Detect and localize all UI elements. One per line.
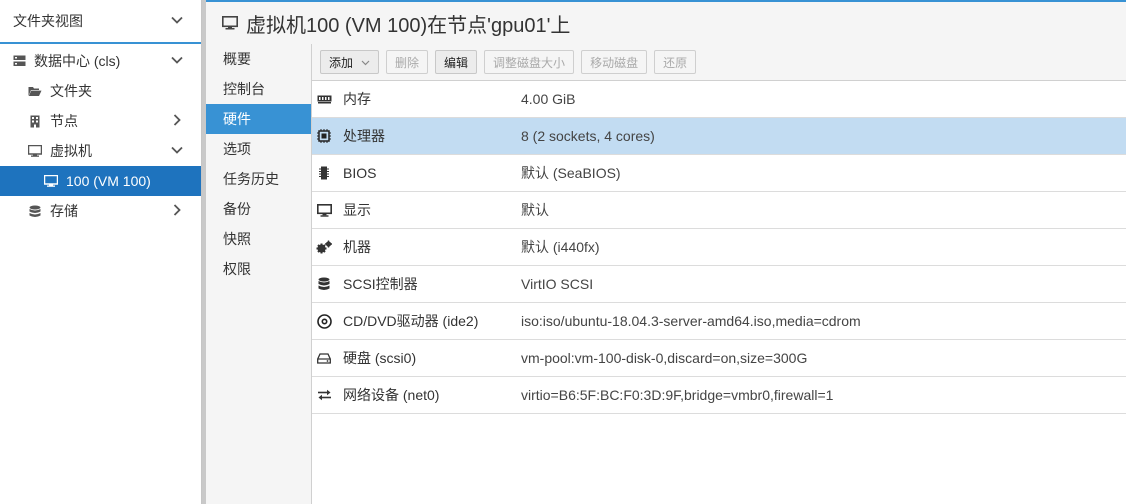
hardware-row-network[interactable]: 网络设备 (net0) virtio=B6:5F:BC:F0:3D:9F,bri… xyxy=(312,377,1126,414)
chevron-down-icon[interactable] xyxy=(171,54,183,66)
hardware-row-hard-disk[interactable]: 硬盘 (scsi0) vm-pool:vm-100-disk-0,discard… xyxy=(312,340,1126,377)
remove-button[interactable]: 删除 xyxy=(386,50,429,74)
tab-hardware[interactable]: 硬件 xyxy=(206,104,311,134)
hardware-name: 显示 xyxy=(343,202,371,218)
desktop-icon xyxy=(316,202,332,218)
tab-summary[interactable]: 概要 xyxy=(206,44,311,74)
hardware-name: 机器 xyxy=(343,239,371,255)
edit-button[interactable]: 编辑 xyxy=(435,50,478,74)
exchange-icon xyxy=(316,387,332,403)
hardware-row-machine[interactable]: 机器 默认 (i440fx) xyxy=(312,229,1126,266)
vm-config-nav: 概要 控制台 硬件 选项 任务历史 备份 快照 权限 xyxy=(206,44,312,504)
tab-snapshots[interactable]: 快照 xyxy=(206,224,311,254)
hardware-name: SCSI控制器 xyxy=(343,276,418,292)
chevron-right-icon[interactable] xyxy=(171,204,183,216)
hardware-value: 8 (2 sockets, 4 cores) xyxy=(521,128,655,144)
chevron-down-icon xyxy=(361,58,370,67)
resize-disk-button[interactable]: 调整磁盘大小 xyxy=(484,50,575,74)
hardware-row-bios[interactable]: BIOS 默认 (SeaBIOS) xyxy=(312,155,1126,192)
microchip-icon xyxy=(316,165,332,181)
hardware-name: CD/DVD驱动器 (ide2) xyxy=(343,313,479,329)
tab-options[interactable]: 选项 xyxy=(206,134,311,164)
tree-item-storage[interactable]: 存储 xyxy=(0,196,201,226)
hardware-row-processor[interactable]: 处理器 8 (2 sockets, 4 cores) xyxy=(312,118,1126,155)
hardware-panel: 添加 删除 编辑 调整磁盘大小 移动磁盘 还原 内存 4.00 GiB 处理器 … xyxy=(312,44,1126,504)
hardware-value: 默认 (SeaBIOS) xyxy=(521,165,621,181)
hardware-toolbar: 添加 删除 编辑 调整磁盘大小 移动磁盘 还原 xyxy=(312,44,1126,81)
database-icon xyxy=(316,276,332,292)
tree-item-label: 数据中心 (cls) xyxy=(34,53,121,69)
hardware-value: 默认 (i440fx) xyxy=(521,239,600,255)
building-icon xyxy=(28,114,42,128)
page-header: 虚拟机100 (VM 100)在节点'gpu01'上 xyxy=(206,0,1126,44)
tab-permissions[interactable]: 权限 xyxy=(206,254,311,284)
resource-tree: 文件夹视图 数据中心 (cls) 文件夹 节点 虚拟机 100 (VM 100)… xyxy=(0,0,202,504)
hardware-name: 内存 xyxy=(343,91,371,107)
tree-item-label: 存储 xyxy=(50,203,78,219)
desktop-icon xyxy=(44,174,58,188)
hardware-value: 4.00 GiB xyxy=(521,91,576,107)
move-disk-button[interactable]: 移动磁盘 xyxy=(581,50,648,74)
add-button[interactable]: 添加 xyxy=(320,50,380,74)
chevron-down-icon[interactable] xyxy=(171,14,183,26)
hardware-value: iso:iso/ubuntu-18.04.3-server-amd64.iso,… xyxy=(521,313,861,329)
tab-backup[interactable]: 备份 xyxy=(206,194,311,224)
tree-item-label: 100 (VM 100) xyxy=(66,173,151,189)
add-button-label: 添加 xyxy=(329,55,354,70)
view-selector[interactable]: 文件夹视图 xyxy=(0,0,201,44)
hardware-value: VirtIO SCSI xyxy=(521,276,594,292)
tree-item-label: 节点 xyxy=(50,113,78,129)
desktop-icon xyxy=(222,16,238,30)
chevron-down-icon[interactable] xyxy=(171,144,183,156)
server-icon xyxy=(12,54,26,68)
hardware-value: 默认 xyxy=(521,202,549,218)
tab-console[interactable]: 控制台 xyxy=(206,74,311,104)
database-icon xyxy=(28,204,42,218)
chevron-right-icon[interactable] xyxy=(171,114,183,126)
tab-task-history[interactable]: 任务历史 xyxy=(206,164,311,194)
memory-icon xyxy=(316,91,332,107)
tree-item-label: 虚拟机 xyxy=(50,143,92,159)
page-title: 虚拟机100 (VM 100)在节点'gpu01'上 xyxy=(246,14,571,37)
hardware-row-display[interactable]: 显示 默认 xyxy=(312,192,1126,229)
hdd-icon xyxy=(316,350,332,366)
tree-item-nodes[interactable]: 节点 xyxy=(0,106,201,136)
tree-item-label: 文件夹 xyxy=(50,83,92,99)
hardware-row-cdrom[interactable]: CD/DVD驱动器 (ide2) iso:iso/ubuntu-18.04.3-… xyxy=(312,303,1126,340)
cdrom-icon xyxy=(316,313,332,329)
hardware-row-scsi-controller[interactable]: SCSI控制器 VirtIO SCSI xyxy=(312,266,1126,303)
tree-item-folder[interactable]: 文件夹 xyxy=(0,76,201,106)
hardware-value: vm-pool:vm-100-disk-0,discard=on,size=30… xyxy=(521,350,808,366)
hardware-value: virtio=B6:5F:BC:F0:3D:9F,bridge=vmbr0,fi… xyxy=(521,387,834,403)
cogs-icon xyxy=(316,239,332,255)
folder-open-icon xyxy=(28,84,42,98)
hardware-name: 硬盘 (scsi0) xyxy=(343,350,417,366)
hardware-name: 处理器 xyxy=(343,128,385,144)
tree-item-vms[interactable]: 虚拟机 xyxy=(0,136,201,166)
tree-item-datacenter[interactable]: 数据中心 (cls) xyxy=(0,46,201,76)
hardware-row-memory[interactable]: 内存 4.00 GiB xyxy=(312,81,1126,118)
revert-button[interactable]: 还原 xyxy=(654,50,697,74)
desktop-icon xyxy=(28,144,42,158)
cpu-icon xyxy=(316,128,332,144)
tree-item-vm-100[interactable]: 100 (VM 100) xyxy=(0,166,201,196)
hardware-name: BIOS xyxy=(343,165,377,181)
view-selector-label: 文件夹视图 xyxy=(13,13,83,29)
hardware-name: 网络设备 (net0) xyxy=(343,387,440,403)
